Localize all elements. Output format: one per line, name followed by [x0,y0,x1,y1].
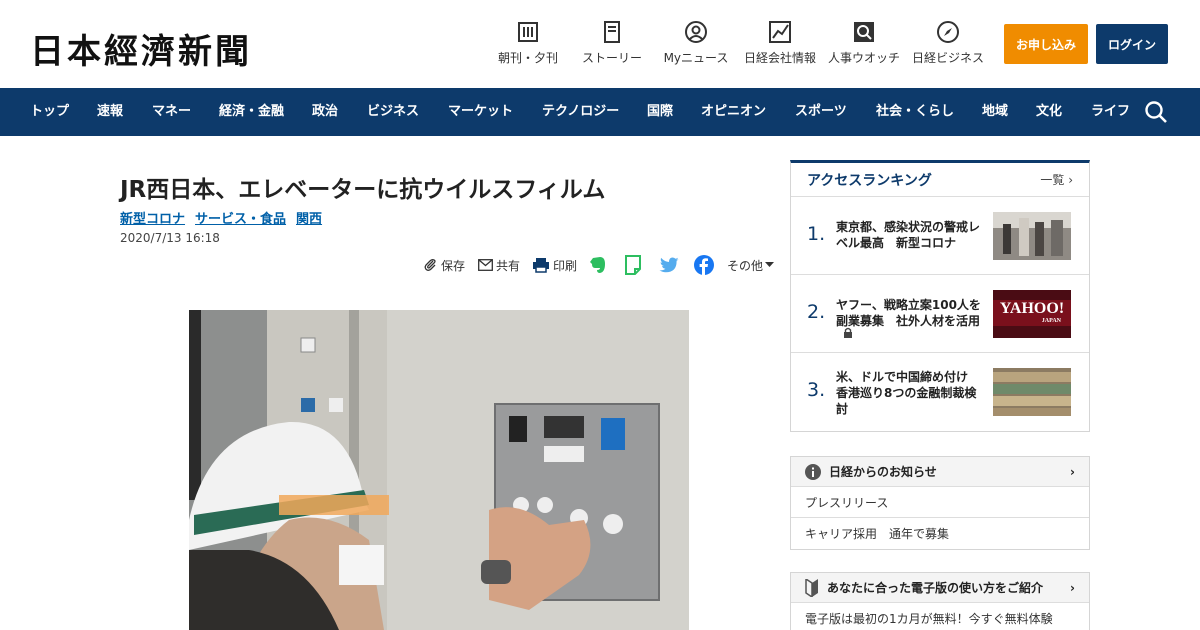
evernote-icon [590,257,606,273]
save-button[interactable]: 保存 [424,257,465,274]
nav-item-politics[interactable]: 政治 [312,88,338,136]
nav-item-life[interactable]: ライフ [1091,88,1130,136]
subscribe-button[interactable]: お申し込み [1004,24,1088,64]
ranking-item[interactable]: 3. 米、ドルで中国締め付け 香港巡り8つの金融制裁検討 [791,353,1089,431]
article-date: 2020/7/13 16:18 [120,231,220,245]
twitter-icon [659,257,679,272]
info-icon [805,463,821,480]
ranking-thumbnail [993,368,1071,416]
nav-item-technology[interactable]: テクノロジー [542,88,619,136]
article-tools: 保存 共有 印刷 その他 [424,255,777,275]
nav-item-business[interactable]: ビジネス [367,88,419,136]
notices-header[interactable]: 日経からのお知らせ › [791,457,1089,487]
nav-item-culture[interactable]: 文化 [1036,88,1062,136]
print-button[interactable]: 印刷 [532,257,577,274]
nav-item-international[interactable]: 国際 [647,88,673,136]
ranking-item[interactable]: 1. 東京都、感染状況の警戒レベル最高 新型コロナ [791,197,1089,275]
more-share-button[interactable]: その他 [727,257,777,274]
article-title: JR西日本、エレベーターに抗ウイルスフィルム [120,177,606,203]
ranking-headline: 東京都、感染状況の警戒レベル最高 新型コロナ [836,220,981,250]
notice-item[interactable]: プレスリリース [791,487,1089,518]
chevron-right-icon: › [1070,580,1075,595]
memo-icon [625,255,642,275]
caret-down-icon [765,262,775,267]
site-logo[interactable]: 日本經濟新聞 [30,24,252,73]
memo-button[interactable] [624,255,645,275]
ranking-thumbnail [993,212,1071,260]
nav-company-info[interactable]: 日経会社情報 [744,20,816,66]
nav-item-opinion[interactable]: オピニオン [701,88,766,136]
login-button[interactable]: ログイン [1096,24,1168,64]
ranking-number: 2. [807,301,826,323]
beginner-mark-icon [805,578,819,597]
ranking-item[interactable]: 2. ヤフー、戦略立案100人を副業募集 社外人材を活用 YAHOO! JAPA… [791,275,1089,353]
nav-morning-evening[interactable]: 朝刊・夕刊 [498,20,558,66]
evernote-button[interactable] [589,255,610,275]
nav-nikkei-business[interactable]: 日経ビジネス [912,20,984,66]
article-tags: 新型コロナ サービス・食品 関西 [120,208,332,227]
chevron-right-icon: › [1068,173,1073,187]
tag-link[interactable]: 新型コロナ [120,212,185,227]
guide-header[interactable]: あなたに合った電子版の使い方をご紹介 › [791,573,1089,603]
guide-item[interactable]: 電子版は最初の1カ月が無料！今すぐ無料体験 [791,603,1089,630]
clip-icon [424,259,436,271]
user-icon [684,20,708,44]
twitter-button[interactable] [659,257,682,274]
notice-item[interactable]: キャリア採用 通年で募集 [791,518,1089,549]
facebook-button[interactable] [694,255,717,275]
ranking-more-link[interactable]: 一覧 › [1040,171,1073,188]
nikkei-notices: 日経からのお知らせ › プレスリリース キャリア採用 通年で募集 [790,456,1090,550]
nav-item-society[interactable]: 社会・くらし [876,88,954,136]
search-icon[interactable] [1144,100,1168,124]
ranking-title: アクセスランキング [807,172,932,189]
share-button[interactable]: 共有 [478,257,520,274]
mail-icon [478,259,493,271]
search-person-icon [852,20,876,44]
nav-personnel-watch[interactable]: 人事ウオッチ [828,20,900,66]
ranking-number: 3. [807,379,826,401]
yahoo-logo: YAHOO! JAPAN [999,300,1065,324]
nav-item-region[interactable]: 地域 [982,88,1008,136]
print-icon [533,258,550,273]
chevron-right-icon: › [1070,464,1075,479]
chart-icon [768,20,792,44]
nav-my-news[interactable]: Myニュース [664,20,728,66]
article-photo [189,310,689,630]
ranking-thumbnail: YAHOO! JAPAN [993,290,1071,338]
newspaper-icon [516,20,540,44]
nav-item-market[interactable]: マーケット [448,88,513,136]
story-icon [600,20,624,44]
ranking-number: 1. [807,223,826,245]
compass-icon [936,20,960,44]
ranking-headline: ヤフー、戦略立案100人を副業募集 社外人材を活用 [836,298,981,328]
nav-item-breaking[interactable]: 速報 [97,88,123,136]
tag-link[interactable]: サービス・食品 [195,212,286,227]
ranking-headline: 米、ドルで中国締め付け 香港巡り8つの金融制裁検討 [836,370,981,416]
site-header: 日本經濟新聞 朝刊・夕刊 ストーリー Myニュース 日経会社情報 人事ウオッチ [0,0,1200,88]
nav-item-economy[interactable]: 経済・金融 [219,88,284,136]
nav-story[interactable]: ストーリー [582,20,642,66]
ranking-header: アクセスランキング 一覧 › [791,163,1089,197]
lock-icon [843,323,853,342]
facebook-icon [694,255,715,275]
nav-item-sports[interactable]: スポーツ [795,88,847,136]
access-ranking: アクセスランキング 一覧 › 1. 東京都、感染状況の警戒レベル最高 新型コロナ… [790,160,1090,432]
tag-link[interactable]: 関西 [296,212,322,227]
main-nav: トップ 速報 マネー 経済・金融 政治 ビジネス マーケット テクノロジー 国際… [0,88,1200,136]
digital-guide: あなたに合った電子版の使い方をご紹介 › 電子版は最初の1カ月が無料！今すぐ無料… [790,572,1090,630]
nav-item-top[interactable]: トップ [30,88,69,136]
nav-item-money[interactable]: マネー [152,88,191,136]
